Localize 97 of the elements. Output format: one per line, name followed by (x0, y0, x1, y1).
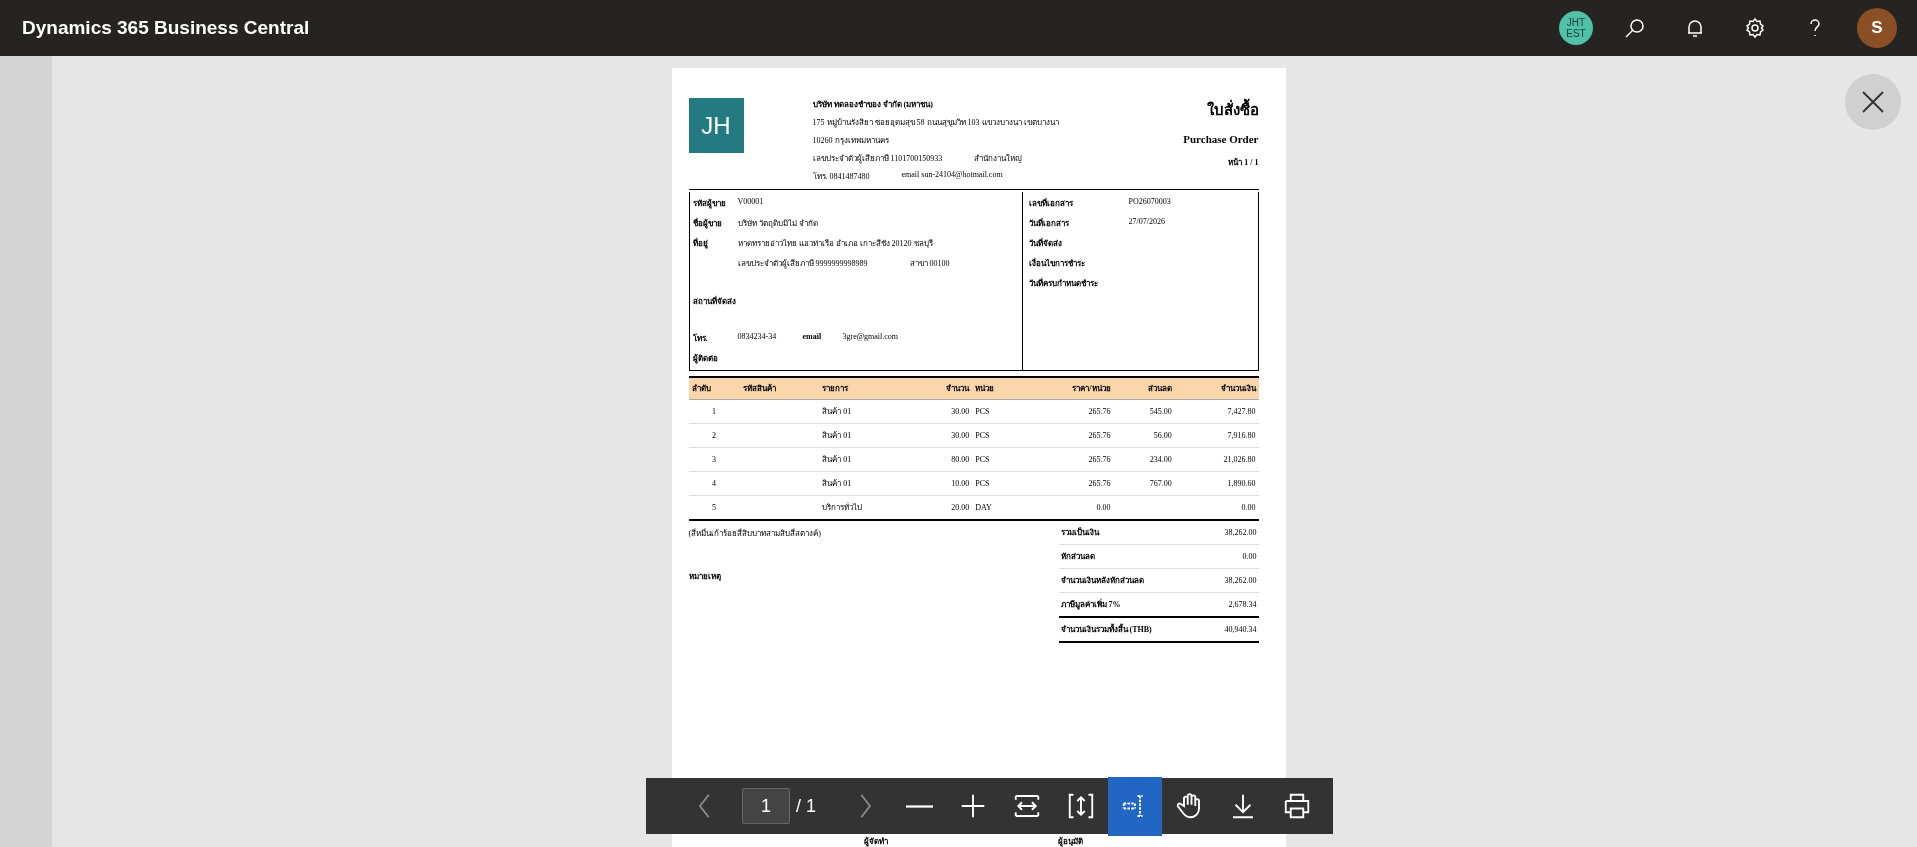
table-cell: PCS (972, 399, 1024, 424)
field-value: 0834234-34 (737, 332, 778, 343)
signature-label: ผู้จัดทำ (863, 837, 888, 847)
table-cell: 56.00 (1113, 423, 1175, 448)
column-header: จำนวน (913, 377, 973, 400)
table-cell: 7,427.80 (1174, 399, 1259, 424)
table-cell: 7,916.80 (1174, 423, 1259, 448)
company-branch: สำนักงานใหญ่ (974, 153, 1023, 165)
table-cell: 21,026.80 (1174, 447, 1259, 472)
column-header: รายการ (819, 377, 914, 400)
table-cell: 80.00 (913, 447, 973, 472)
total-label: รวมเป็นเงิน (1058, 521, 1204, 545)
table-cell: สินค้า 01 (819, 423, 914, 448)
user-avatar[interactable]: S (1857, 8, 1897, 48)
app-title: Dynamics 365 Business Central (22, 17, 311, 39)
field-label: email (802, 332, 823, 343)
column-header: หน่วย (972, 377, 1024, 400)
column-header: ลำดับ (688, 377, 740, 400)
column-header: ส่วนลด (1113, 377, 1175, 400)
total-label: จำนวนเงินหลังหักส่วนลด (1058, 568, 1204, 593)
table-cell: PCS (972, 471, 1024, 496)
field-label: วันที่จัดส่ง (1028, 237, 1063, 250)
table-cell: 265.76 (1023, 447, 1114, 472)
total-label: ภาษีมูลค่าเพิ่ม 7% (1058, 592, 1204, 617)
field-label: วันที่เอกสาร (1028, 217, 1070, 230)
text-select-button[interactable] (1108, 776, 1162, 836)
column-header: ราคา/หน่วย (1023, 377, 1114, 400)
table-cell: 1,890.60 (1174, 471, 1259, 496)
total-label: จำนวนเงินรวมทั้งสิ้น (THB) (1058, 617, 1204, 642)
table-cell: 1 (688, 399, 740, 424)
amount-in-words: (สี่หมื่นเก้าร้อยสี่สิบบาทสามสิบสี่สตางค์) (688, 527, 821, 540)
total-label: หักส่วนลด (1058, 544, 1204, 569)
table-cell: 20.00 (913, 495, 973, 520)
company-badge[interactable]: JHT EST (1559, 11, 1593, 45)
table-cell: 265.76 (1023, 399, 1114, 424)
document-title: ใบสั่งซื้อ (1206, 98, 1259, 122)
table-cell: 0.00 (1174, 495, 1259, 520)
table-cell: 2 (688, 423, 740, 448)
column-header: รหัสสินค้า (739, 377, 820, 400)
table-cell: 30.00 (913, 399, 973, 424)
company-name: บริษัท ทดลองชำของ จำกัด (มหาชน) (812, 99, 934, 111)
table-cell: 545.00 (1113, 399, 1175, 424)
table-cell: 10.00 (913, 471, 973, 496)
table-cell: สินค้า 01 (819, 399, 914, 424)
company-email: email sun-24104@hotmail.com (901, 170, 1003, 181)
total-value: 0.00 (1203, 544, 1259, 569)
field-label: สถานที่จัดส่ง (692, 295, 737, 308)
field-label: เลขที่เอกสาร (1028, 197, 1074, 210)
page-count: / 1 (796, 795, 816, 817)
field-label: โทร. (692, 332, 709, 345)
close-button[interactable] (1845, 74, 1901, 130)
table-cell: 265.76 (1023, 423, 1114, 448)
field-value: 3gre@gmail.com (842, 332, 899, 343)
table-cell: 767.00 (1113, 471, 1175, 496)
table-cell: PCS (972, 423, 1024, 448)
field-value: V00001 (737, 197, 764, 208)
field-label: ที่อยู่ (692, 237, 709, 250)
vendor-branch: สาขา 00100 (909, 258, 950, 270)
table-cell: DAY (972, 495, 1024, 520)
company-logo: JH (688, 98, 744, 153)
table-cell: 0.00 (1023, 495, 1114, 520)
company-tax-id: เลขประจำตัวผู้เสียภาษี 1101700150933 (812, 153, 943, 165)
field-label: รหัสผู้ขาย (692, 198, 727, 210)
table-cell: สินค้า 01 (819, 447, 914, 472)
table-cell: บริการทั่วไป (819, 495, 914, 520)
total-value: 38,262.00 (1203, 521, 1259, 545)
company-address: 10260 กรุงเทพมหานคร (812, 135, 890, 147)
field-label: ผู้ติดต่อ (692, 353, 719, 365)
page-number-field[interactable]: 1 (742, 788, 790, 824)
table-cell: 234.00 (1113, 447, 1175, 472)
table-cell: 5 (688, 495, 740, 520)
total-value: 2,678.34 (1203, 592, 1259, 617)
field-label: ชื่อผู้ขาย (692, 217, 723, 230)
table-cell: PCS (972, 447, 1024, 472)
search-icon (1623, 16, 1647, 40)
gear-icon (1743, 16, 1767, 40)
table-cell: 4 (688, 471, 740, 496)
vendor-tax-id: เลขประจำตัวผู้เสียภาษี 9999999998989 (737, 258, 868, 270)
table-cell: 3 (688, 447, 740, 472)
company-phone: โทร. 0841487480 (812, 171, 870, 183)
field-label: วันที่ครบกำหนดชำระ (1028, 277, 1099, 290)
table-cell: 30.00 (913, 423, 973, 448)
company-address: 175 หมู่บ้านรังสิยา ซอยอุดมสุข 58 ถนนสุขุมวิท 103 แขวงบางนา เขตบางนา (812, 117, 1060, 129)
field-value: หาดทรายอ่าวไทย แอวท่าเรือ อำเภอ เกาะสีชัง 20120 ชลบุรี (737, 238, 933, 250)
notes-label: หมายเหตุ (688, 571, 722, 583)
field-value: PO26070003 (1128, 197, 1171, 208)
column-header: จำนวนเงิน (1174, 377, 1259, 400)
field-value: 27/07/2026 (1128, 217, 1165, 228)
total-value: 40,940.34 (1203, 617, 1259, 642)
total-value: 38,262.00 (1203, 568, 1259, 593)
signature-label: ผู้อนุมัติ (1058, 837, 1084, 847)
table-cell: 265.76 (1023, 471, 1114, 496)
document-title: Purchase Order (1183, 133, 1259, 145)
field-value: บริษัท วัตถุดิบมิไม่ จำกัด (737, 218, 818, 230)
table-cell: สินค้า 01 (819, 471, 914, 496)
page-number: หน้า 1 / 1 (1228, 157, 1259, 169)
field-label: เงื่อนไขการชำระ (1028, 257, 1086, 270)
